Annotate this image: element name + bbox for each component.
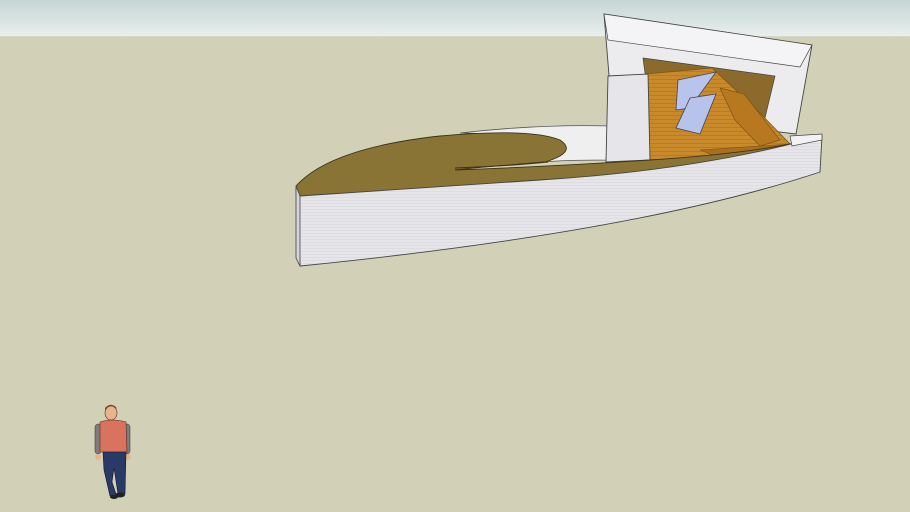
wall-end-cap	[295, 185, 301, 267]
sky	[0, 0, 910, 37]
model-viewport[interactable]	[0, 0, 910, 512]
tower-pillar[interactable]	[605, 73, 651, 163]
3d-scene[interactable]	[0, 0, 910, 512]
